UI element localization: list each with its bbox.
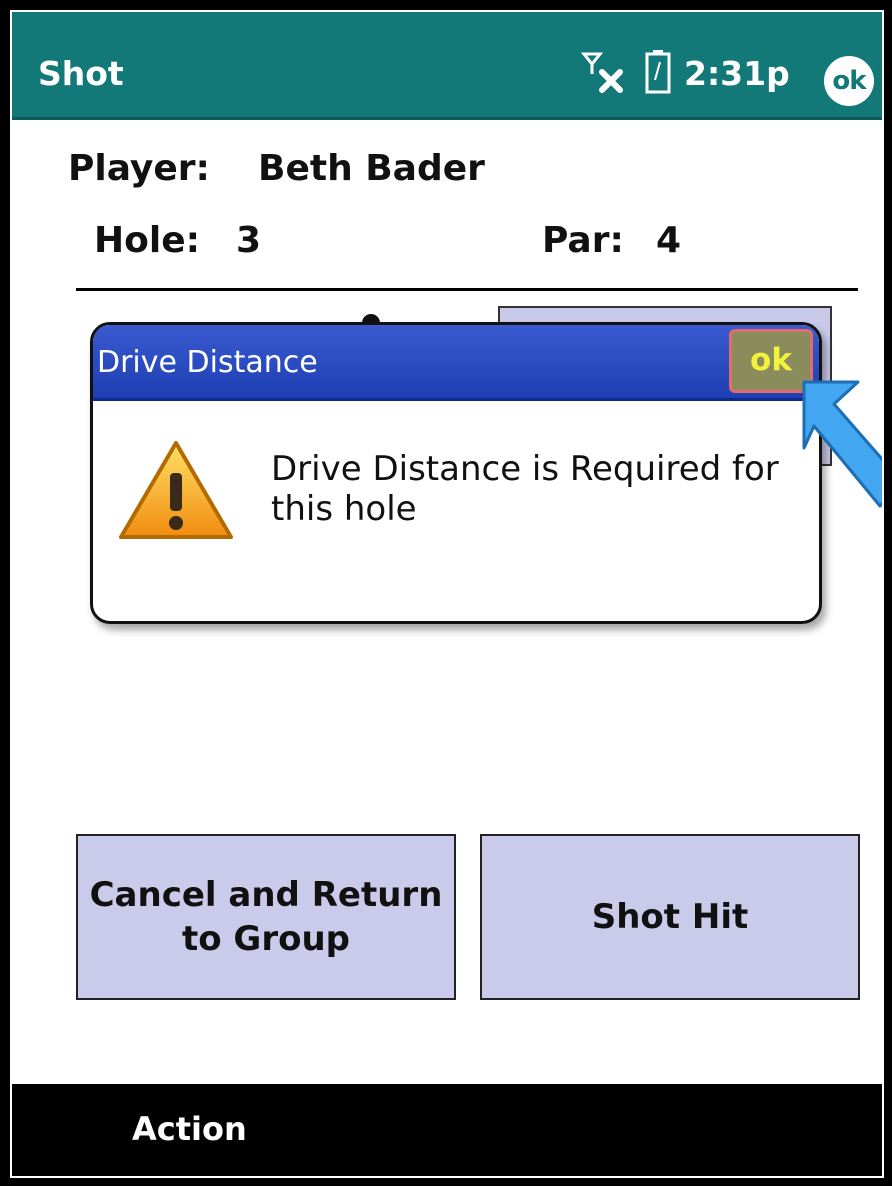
dialog-message: Drive Distance is Required for this hole xyxy=(271,449,779,529)
action-menu[interactable]: Action xyxy=(132,1110,247,1148)
par-value: 4 xyxy=(656,220,682,261)
hole-label: Hole: xyxy=(94,220,201,261)
no-signal-icon xyxy=(580,52,623,93)
titlebar-ok-button[interactable]: ok xyxy=(824,56,874,106)
dialog-title: Drive Distance xyxy=(97,345,318,380)
shot-hit-button[interactable]: Shot Hit xyxy=(480,834,860,1000)
player-label: Player: xyxy=(68,148,210,189)
par-label: Par: xyxy=(542,220,624,261)
pointer-arrow-icon xyxy=(802,380,882,508)
clock: 2:31p xyxy=(684,54,790,93)
drive-distance-dialog: Drive Distance ok Drive Distance is Requ… xyxy=(90,322,822,624)
cancel-return-button[interactable]: Cancel and Return to Group xyxy=(76,834,456,1000)
hole-value: 3 xyxy=(236,220,262,261)
app-title: Shot xyxy=(38,54,124,93)
player-name: Beth Bader xyxy=(258,148,485,189)
battery-icon xyxy=(645,50,671,94)
divider xyxy=(76,288,858,291)
menu-bar: Action xyxy=(12,1084,882,1176)
device-screen: Shot 2:31p ok Player: Beth Bader Hole: 3… xyxy=(10,10,884,1178)
warning-icon xyxy=(119,441,233,539)
dialog-header: Drive Distance ok xyxy=(93,325,819,401)
title-bar: Shot 2:31p ok xyxy=(12,12,882,120)
